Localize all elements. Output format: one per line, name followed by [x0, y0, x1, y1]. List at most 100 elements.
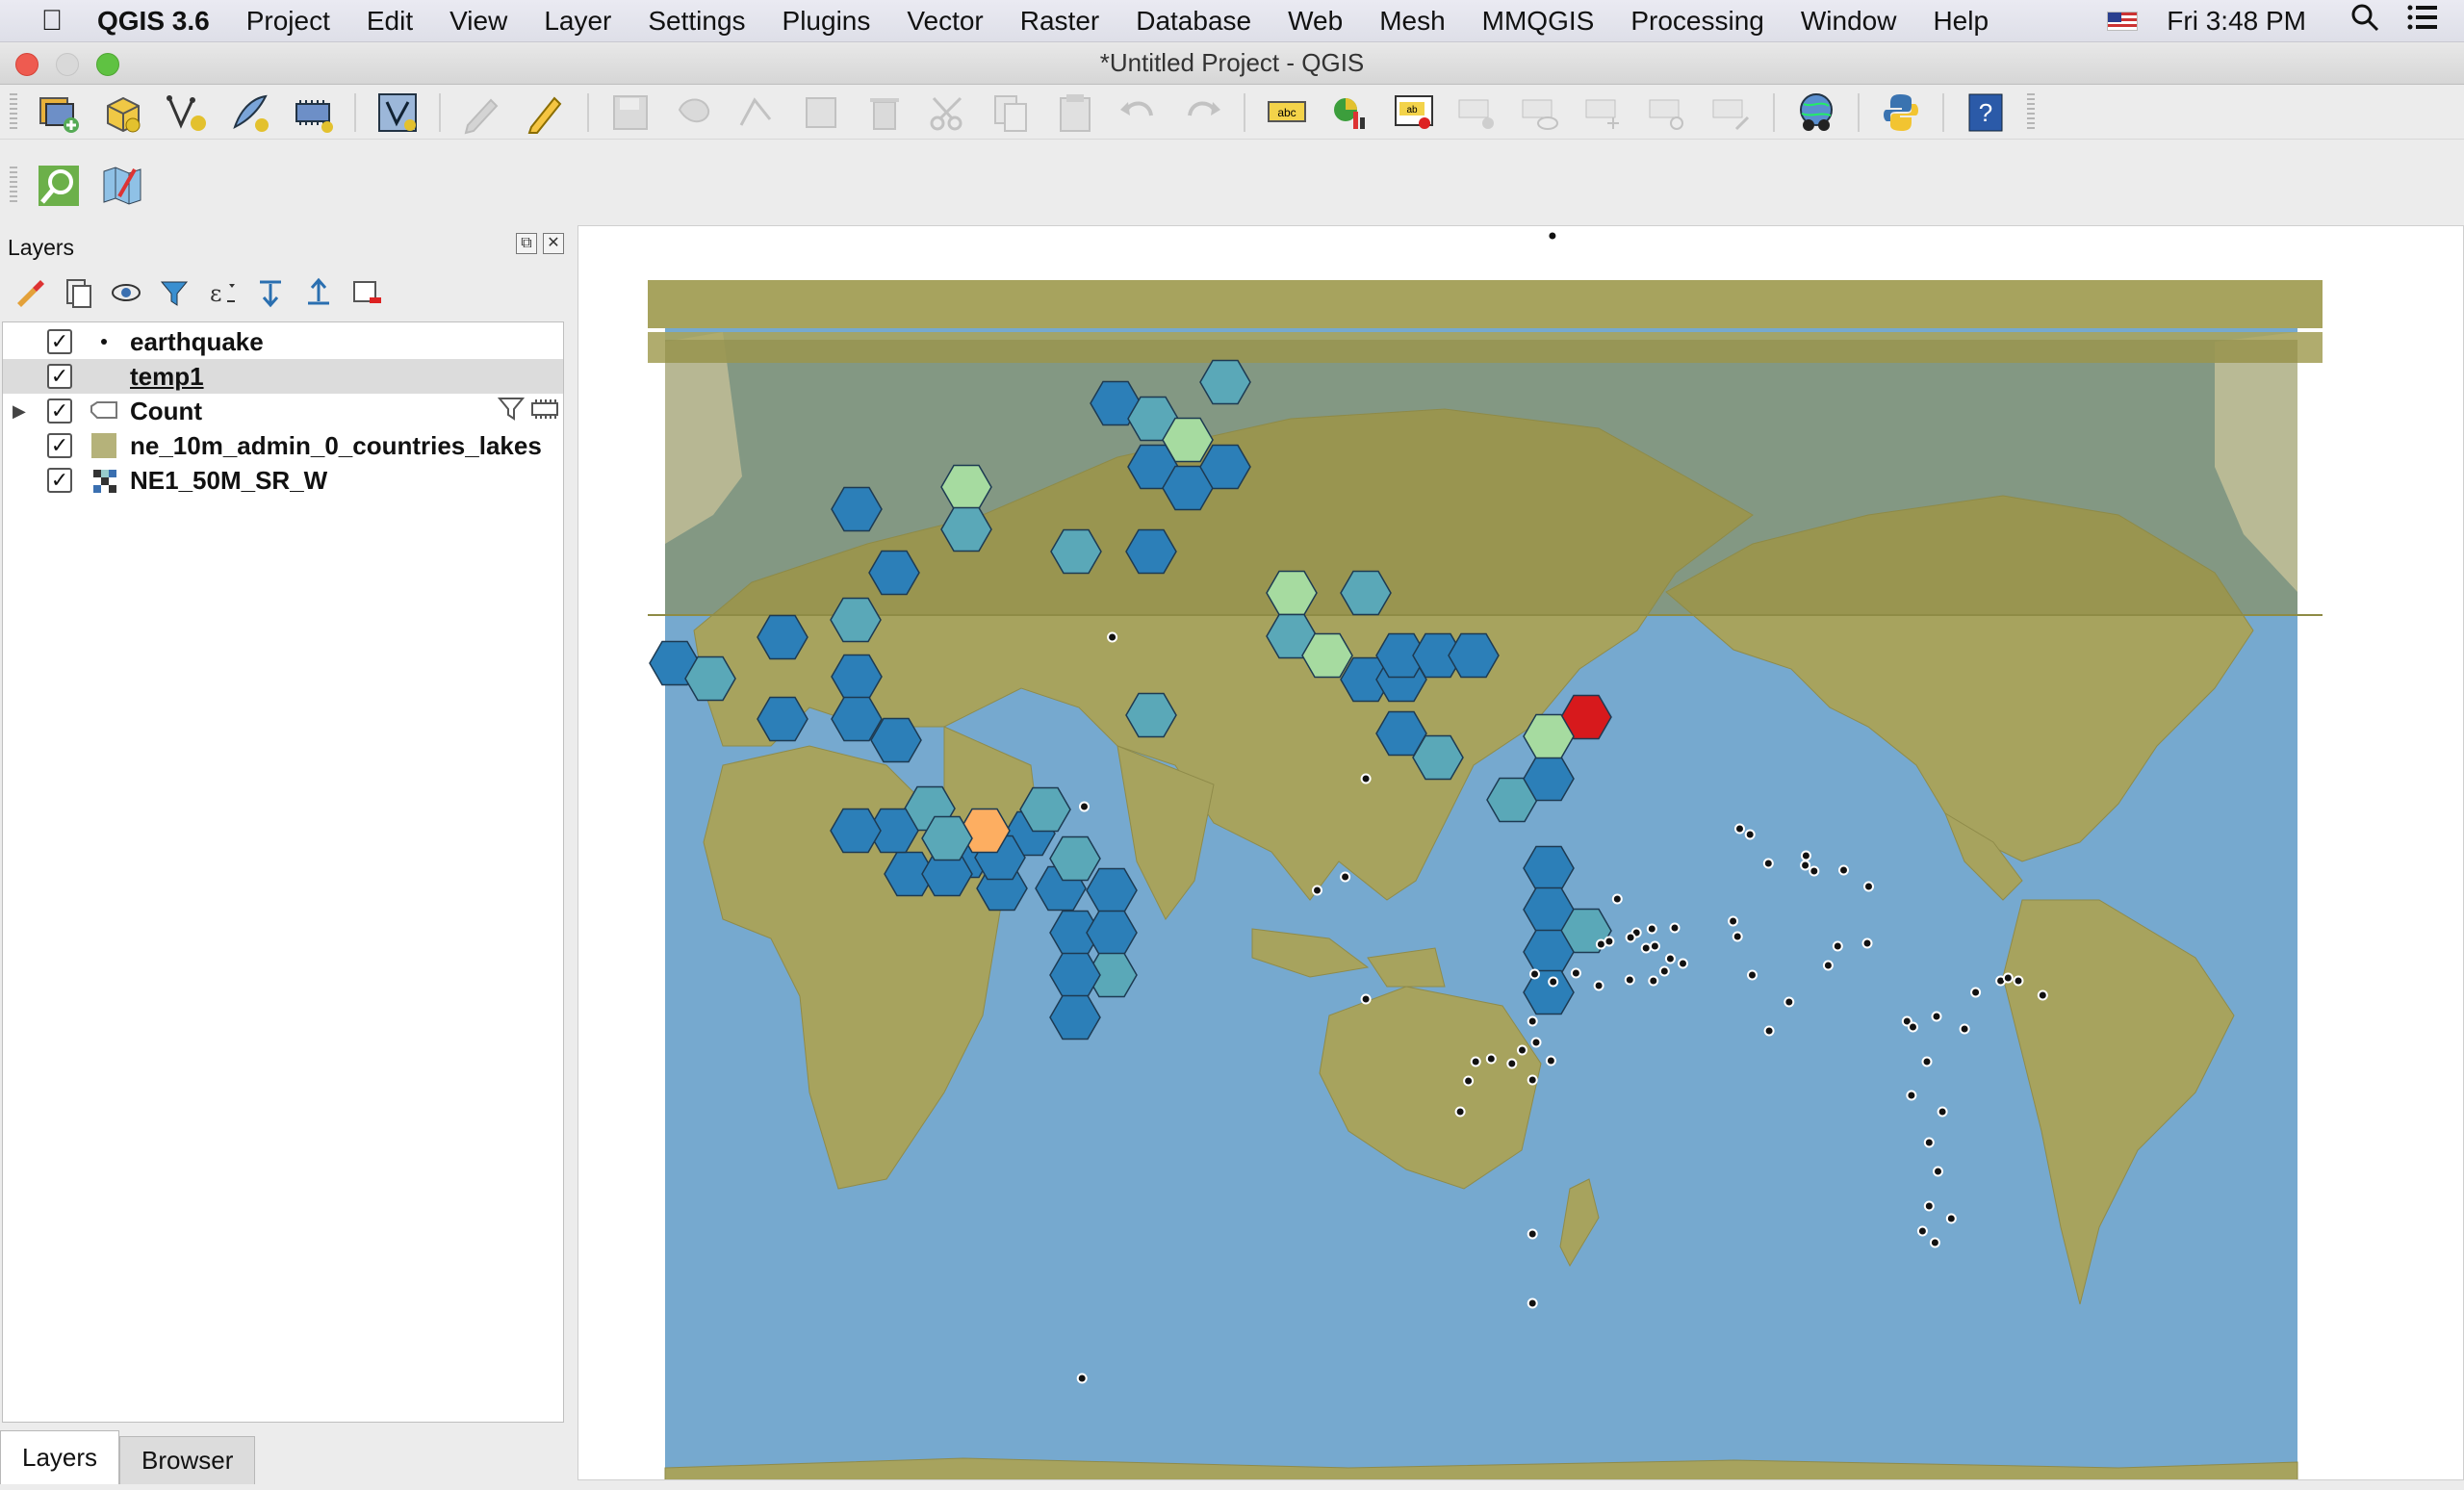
- layer-visibility-checkbox[interactable]: ✓: [47, 329, 72, 354]
- layer-row-count[interactable]: ▶ ✓ Count: [3, 394, 563, 428]
- menu-settings[interactable]: Settings: [629, 6, 763, 37]
- earthquake-point: [1916, 1225, 1928, 1237]
- expand-arrow-icon[interactable]: ▶: [13, 401, 28, 422]
- show-hide-labels-icon[interactable]: [1514, 89, 1568, 137]
- undo-icon[interactable]: [1112, 89, 1166, 137]
- toolbar-grip[interactable]: [10, 167, 17, 205]
- change-label-icon[interactable]: [1705, 89, 1758, 137]
- earthquake-point: [1908, 1021, 1918, 1033]
- vertex-tool-icon[interactable]: [731, 89, 784, 137]
- menu-plugins[interactable]: Plugins: [764, 6, 889, 37]
- input-source-flag-icon[interactable]: [2107, 12, 2139, 31]
- collapse-all-icon[interactable]: [298, 273, 339, 312]
- copy-features-icon[interactable]: [985, 89, 1039, 137]
- menu-vector[interactable]: Vector: [888, 6, 1001, 37]
- earthquake-point: [1937, 1106, 1948, 1118]
- menu-app-name[interactable]: QGIS 3.6: [79, 6, 228, 37]
- cut-features-icon[interactable]: [921, 89, 975, 137]
- filter-legend-icon[interactable]: [154, 273, 194, 312]
- menu-mmqgis[interactable]: MMQGIS: [1464, 6, 1613, 37]
- earthquake-point: [1921, 1056, 1933, 1067]
- menubar-clock[interactable]: Fri 3:48 PM: [2167, 6, 2306, 37]
- close-panel-button[interactable]: ✕: [543, 233, 564, 254]
- map-plugin-icon[interactable]: [95, 162, 149, 210]
- layer-visibility-checkbox[interactable]: ✓: [47, 433, 72, 458]
- layer-diagram-options-icon[interactable]: [1323, 89, 1377, 137]
- tab-browser[interactable]: Browser: [119, 1436, 256, 1484]
- earthquake-point: [1784, 996, 1795, 1008]
- highlight-pinned-labels-icon[interactable]: ab: [1387, 89, 1441, 137]
- minimize-window-button[interactable]: [56, 53, 79, 76]
- zoom-locator-icon[interactable]: [32, 162, 86, 210]
- layer-visibility-checkbox[interactable]: ✓: [47, 364, 72, 389]
- new-temporary-scratch-layer-icon[interactable]: [286, 89, 340, 137]
- zoom-window-button[interactable]: [96, 53, 119, 76]
- paste-features-icon[interactable]: [1048, 89, 1102, 137]
- earthquake-point: [1530, 1037, 1542, 1048]
- new-virtual-layer-icon[interactable]: [371, 89, 424, 137]
- add-feature-icon[interactable]: [667, 89, 721, 137]
- filter-by-expression-icon[interactable]: ε: [202, 273, 243, 312]
- layer-name[interactable]: Count: [130, 397, 202, 426]
- remove-layer-icon[interactable]: [346, 273, 387, 312]
- toolbar-separator: [439, 92, 441, 132]
- toggle-editing-icon[interactable]: [455, 89, 509, 137]
- layer-filter-icon[interactable]: [497, 396, 526, 427]
- delete-selected-icon[interactable]: [858, 89, 911, 137]
- data-source-manager-icon[interactable]: [32, 89, 86, 137]
- layer-name[interactable]: NE1_50M_SR_W: [130, 466, 327, 496]
- apple-logo-icon[interactable]: : [25, 5, 79, 38]
- help-contents-icon[interactable]: ?: [1959, 89, 2013, 137]
- layer-name[interactable]: earthquake: [130, 327, 264, 357]
- menu-help[interactable]: Help: [1914, 6, 2007, 37]
- tab-layers[interactable]: Layers: [0, 1430, 120, 1484]
- move-label-icon[interactable]: [1578, 89, 1631, 137]
- python-console-icon[interactable]: [1874, 89, 1928, 137]
- redo-icon[interactable]: [1175, 89, 1229, 137]
- layer-name[interactable]: ne_10m_admin_0_countries_lakes: [130, 431, 542, 461]
- close-window-button[interactable]: [15, 53, 38, 76]
- toolbar-grip[interactable]: [2027, 92, 2035, 132]
- menu-view[interactable]: View: [431, 6, 526, 37]
- layer-row-earthquake[interactable]: ✓ earthquake: [3, 324, 563, 359]
- menu-processing[interactable]: Processing: [1612, 6, 1783, 37]
- new-spatialite-layer-icon[interactable]: [222, 89, 276, 137]
- spotlight-search-icon[interactable]: [2348, 3, 2381, 39]
- layer-name[interactable]: temp1: [130, 362, 204, 392]
- current-edits-pencil-icon[interactable]: [519, 89, 573, 137]
- layer-visibility-checkbox[interactable]: ✓: [47, 398, 72, 424]
- map-view[interactable]: [578, 226, 2464, 1480]
- earthquake-point: [1640, 942, 1652, 954]
- layer-visibility-checkbox[interactable]: ✓: [47, 468, 72, 493]
- manage-map-themes-icon[interactable]: [106, 273, 146, 312]
- layer-row-countries[interactable]: ✓ ne_10m_admin_0_countries_lakes: [3, 428, 563, 463]
- menu-mesh[interactable]: Mesh: [1361, 6, 1463, 37]
- menu-window[interactable]: Window: [1783, 6, 1915, 37]
- layer-row-raster[interactable]: ✓ NE1_50M_SR_W: [3, 463, 563, 498]
- menu-raster[interactable]: Raster: [1002, 6, 1117, 37]
- float-panel-button[interactable]: ⧉: [516, 233, 537, 254]
- new-geopackage-layer-icon[interactable]: [95, 89, 149, 137]
- globe-binoculars-icon[interactable]: [1789, 89, 1843, 137]
- new-shapefile-layer-icon[interactable]: [159, 89, 213, 137]
- layer-row-temp1[interactable]: ✓ temp1: [3, 359, 563, 394]
- map-canvas[interactable]: [578, 225, 2464, 1480]
- toolbar-grip[interactable]: [10, 92, 17, 132]
- menu-project[interactable]: Project: [228, 6, 348, 37]
- modify-attributes-icon[interactable]: [794, 89, 848, 137]
- menu-edit[interactable]: Edit: [348, 6, 431, 37]
- pin-unpin-labels-icon[interactable]: [1450, 89, 1504, 137]
- notification-center-icon[interactable]: [2406, 3, 2439, 39]
- layer-labeling-options-icon[interactable]: abc: [1260, 89, 1314, 137]
- menu-web[interactable]: Web: [1270, 6, 1361, 37]
- menu-layer[interactable]: Layer: [526, 6, 629, 37]
- temporary-layer-memory-icon[interactable]: [530, 396, 559, 427]
- panel-splitter[interactable]: [570, 225, 578, 1490]
- raster-icon: [90, 468, 118, 493]
- rotate-label-icon[interactable]: [1641, 89, 1695, 137]
- open-layer-styling-icon[interactable]: [10, 273, 50, 312]
- add-group-icon[interactable]: [58, 273, 98, 312]
- save-layer-edits-icon[interactable]: [603, 89, 657, 137]
- menu-database[interactable]: Database: [1117, 6, 1270, 37]
- expand-all-icon[interactable]: [250, 273, 291, 312]
